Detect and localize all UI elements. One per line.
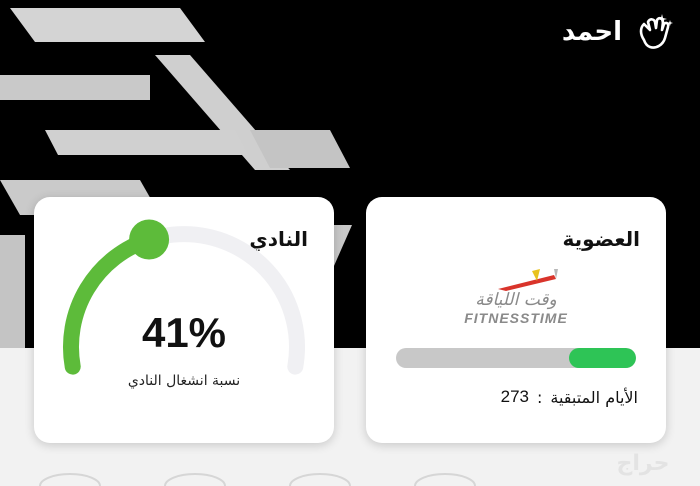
occupancy-caption: نسبة انشغال النادي: [127, 373, 241, 389]
occupancy-value: 41%: [141, 309, 227, 356]
gauge-knob: [129, 219, 170, 260]
user-greeting: احمد: [562, 10, 676, 54]
membership-progress-track: [396, 348, 636, 368]
bottom-nav-hint: [39, 473, 476, 486]
brand-arabic: وقت اللياقة: [475, 290, 557, 310]
brand-latin: FITNESSTIME: [464, 310, 568, 326]
remaining-days-value: 273: [500, 387, 529, 406]
remaining-days-row: الأيام المتبقية : 273: [501, 387, 638, 407]
watermark-text: حراج: [617, 451, 670, 476]
remaining-days-label: الأيام المتبقية: [550, 387, 638, 407]
haraj-watermark: حراج: [617, 451, 670, 476]
membership-card-title: العضوية: [562, 227, 640, 251]
membership-progress-fill: [568, 348, 636, 368]
fitness-time-logo: وقت اللياقة FITNESSTIME: [464, 269, 568, 326]
waving-hand-icon: [639, 14, 673, 49]
remaining-days-separator: :: [536, 387, 543, 407]
user-name: احمد: [561, 17, 622, 47]
club-occupancy-card[interactable]: النادي 41% نسبة انشغال النادي: [34, 197, 334, 443]
membership-card[interactable]: العضوية وقت اللياقة FITNESSTIME الأيام ا…: [366, 197, 666, 443]
